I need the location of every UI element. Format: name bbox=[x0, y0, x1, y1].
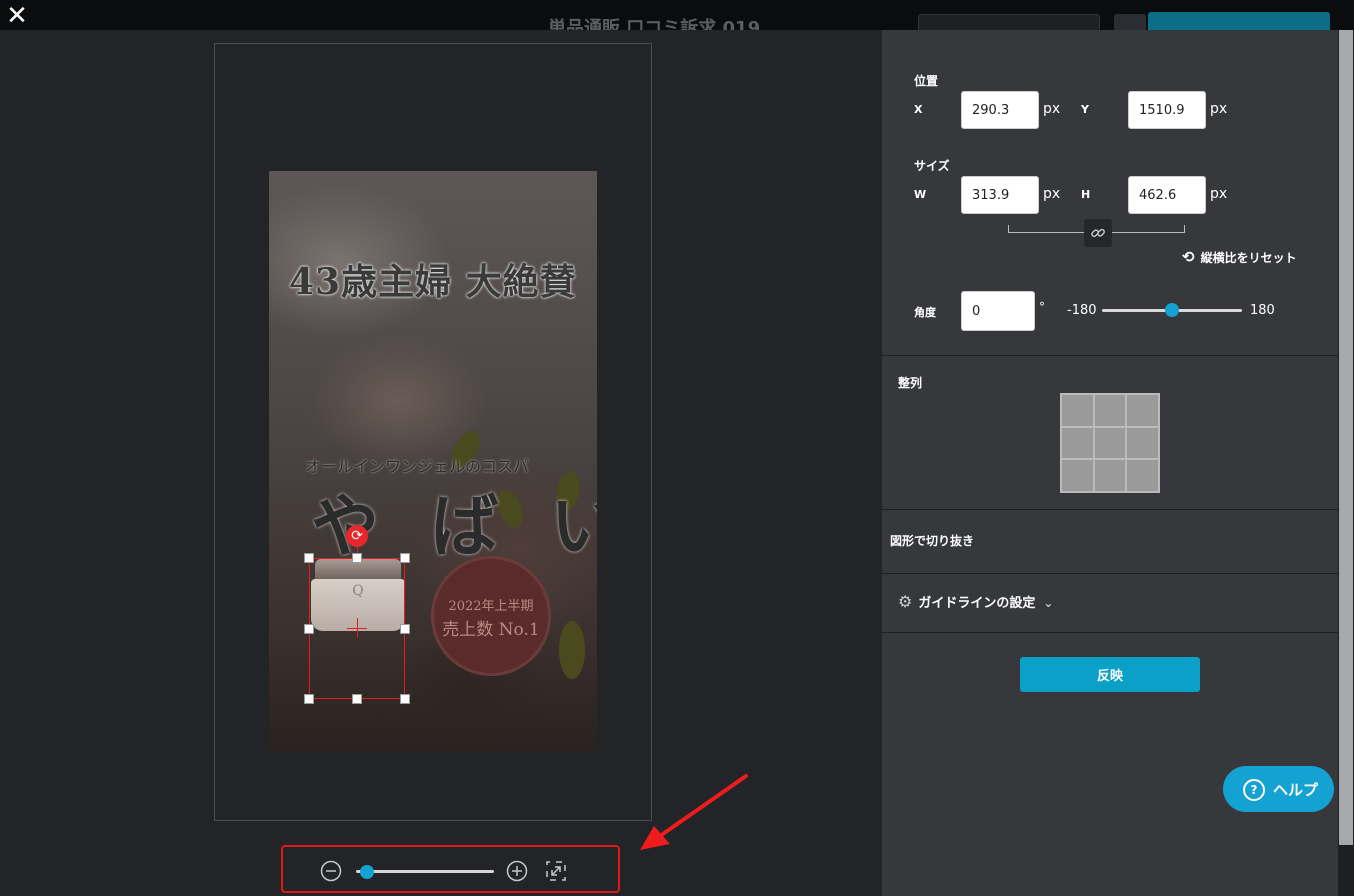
top-bar: 単品通販 口コミ訴求 019 bbox=[0, 0, 1354, 30]
align-bottom-right[interactable] bbox=[1126, 459, 1159, 492]
degree-symbol: ° bbox=[1039, 300, 1045, 314]
h-input[interactable] bbox=[1128, 176, 1206, 214]
chevron-down-icon: ⌄ bbox=[1043, 596, 1054, 610]
center-crosshair bbox=[357, 618, 358, 638]
question-icon: ? bbox=[1243, 779, 1265, 801]
resize-handle-n[interactable] bbox=[352, 553, 362, 563]
resize-handle-sw[interactable] bbox=[304, 694, 314, 704]
fit-screen-icon[interactable] bbox=[545, 860, 567, 882]
help-label: ヘルプ bbox=[1273, 781, 1319, 799]
position-label: 位置 bbox=[914, 74, 939, 88]
panel-scroll-thumb[interactable] bbox=[1339, 30, 1353, 845]
y-label: Y bbox=[1081, 103, 1089, 116]
align-bottom-left[interactable] bbox=[1061, 459, 1094, 492]
canvas-headline[interactable]: 43歳主婦 大絶賛 bbox=[289, 253, 577, 305]
gear-icon: ⚙ bbox=[898, 592, 913, 611]
nail-shape bbox=[559, 621, 585, 679]
header-primary-button bbox=[1148, 12, 1330, 30]
apply-button[interactable]: 反映 bbox=[1020, 657, 1200, 692]
aspect-lock-link-icon[interactable] bbox=[1084, 219, 1112, 247]
annotation-arrow-icon bbox=[640, 774, 748, 850]
document-title: 単品通販 口コミ訴求 019 bbox=[548, 18, 761, 30]
w-label: W bbox=[914, 188, 927, 201]
reset-aspect-button[interactable]: ⟲ 縦横比をリセット bbox=[1182, 248, 1297, 266]
align-label: 整列 bbox=[898, 376, 923, 390]
y-input[interactable] bbox=[1128, 91, 1206, 129]
align-middle-left[interactable] bbox=[1061, 426, 1094, 460]
help-button[interactable]: ? ヘルプ bbox=[1223, 766, 1334, 812]
badge-line1: 2022年上半期 bbox=[448, 599, 534, 614]
angle-min: -180 bbox=[1067, 303, 1097, 318]
rotate-icon[interactable]: ⟳ bbox=[346, 525, 368, 547]
divider bbox=[882, 355, 1338, 356]
x-input[interactable] bbox=[961, 91, 1039, 129]
divider bbox=[882, 509, 1338, 510]
y-unit: px bbox=[1210, 101, 1228, 117]
reset-aspect-label: 縦横比をリセット bbox=[1200, 251, 1297, 265]
header-icon-button bbox=[1114, 14, 1146, 30]
no1-badge[interactable]: 2022年上半期 売上数 No.1 bbox=[431, 556, 551, 676]
align-grid bbox=[1060, 393, 1160, 493]
guideline-settings-label: ガイドラインの設定 bbox=[918, 596, 1036, 611]
divider bbox=[882, 573, 1338, 574]
resize-handle-ne[interactable] bbox=[400, 553, 410, 563]
undo-icon: ⟲ bbox=[1182, 248, 1195, 266]
align-top-left[interactable] bbox=[1061, 394, 1094, 427]
resize-handle-se[interactable] bbox=[400, 694, 410, 704]
zoom-slider-track[interactable] bbox=[356, 870, 494, 873]
align-middle-right[interactable] bbox=[1126, 426, 1159, 460]
header-dropdown bbox=[918, 14, 1100, 30]
angle-slider-thumb[interactable] bbox=[1165, 303, 1179, 317]
divider bbox=[882, 632, 1338, 633]
zoom-slider-thumb[interactable] bbox=[360, 865, 375, 879]
badge-line2: 売上数 No.1 bbox=[442, 620, 540, 640]
resize-handle-e[interactable] bbox=[400, 624, 410, 634]
align-center[interactable] bbox=[1093, 426, 1127, 460]
x-unit: px bbox=[1043, 101, 1061, 117]
size-label: サイズ bbox=[914, 159, 950, 173]
resize-handle-s[interactable] bbox=[352, 694, 362, 704]
resize-handle-nw[interactable] bbox=[304, 553, 314, 563]
close-icon[interactable]: ✕ bbox=[4, 3, 30, 30]
crop-shape-item[interactable]: 図形で切り抜き bbox=[890, 532, 974, 549]
zoom-in-icon[interactable] bbox=[506, 860, 528, 882]
align-bottom-center[interactable] bbox=[1093, 459, 1127, 492]
angle-label: 角度 bbox=[914, 306, 936, 319]
angle-input[interactable] bbox=[961, 291, 1035, 331]
guideline-settings-toggle[interactable]: ⚙ ガイドラインの設定 ⌄ bbox=[898, 592, 1053, 611]
zoom-out-icon[interactable] bbox=[320, 860, 342, 882]
align-top-right[interactable] bbox=[1126, 394, 1159, 427]
resize-handle-w[interactable] bbox=[304, 624, 314, 634]
h-unit: px bbox=[1210, 186, 1228, 202]
w-unit: px bbox=[1043, 186, 1061, 202]
align-top-center[interactable] bbox=[1093, 394, 1127, 427]
h-label: H bbox=[1081, 188, 1091, 201]
w-input[interactable] bbox=[961, 176, 1039, 214]
x-label: X bbox=[914, 103, 923, 116]
angle-max: 180 bbox=[1250, 303, 1275, 318]
